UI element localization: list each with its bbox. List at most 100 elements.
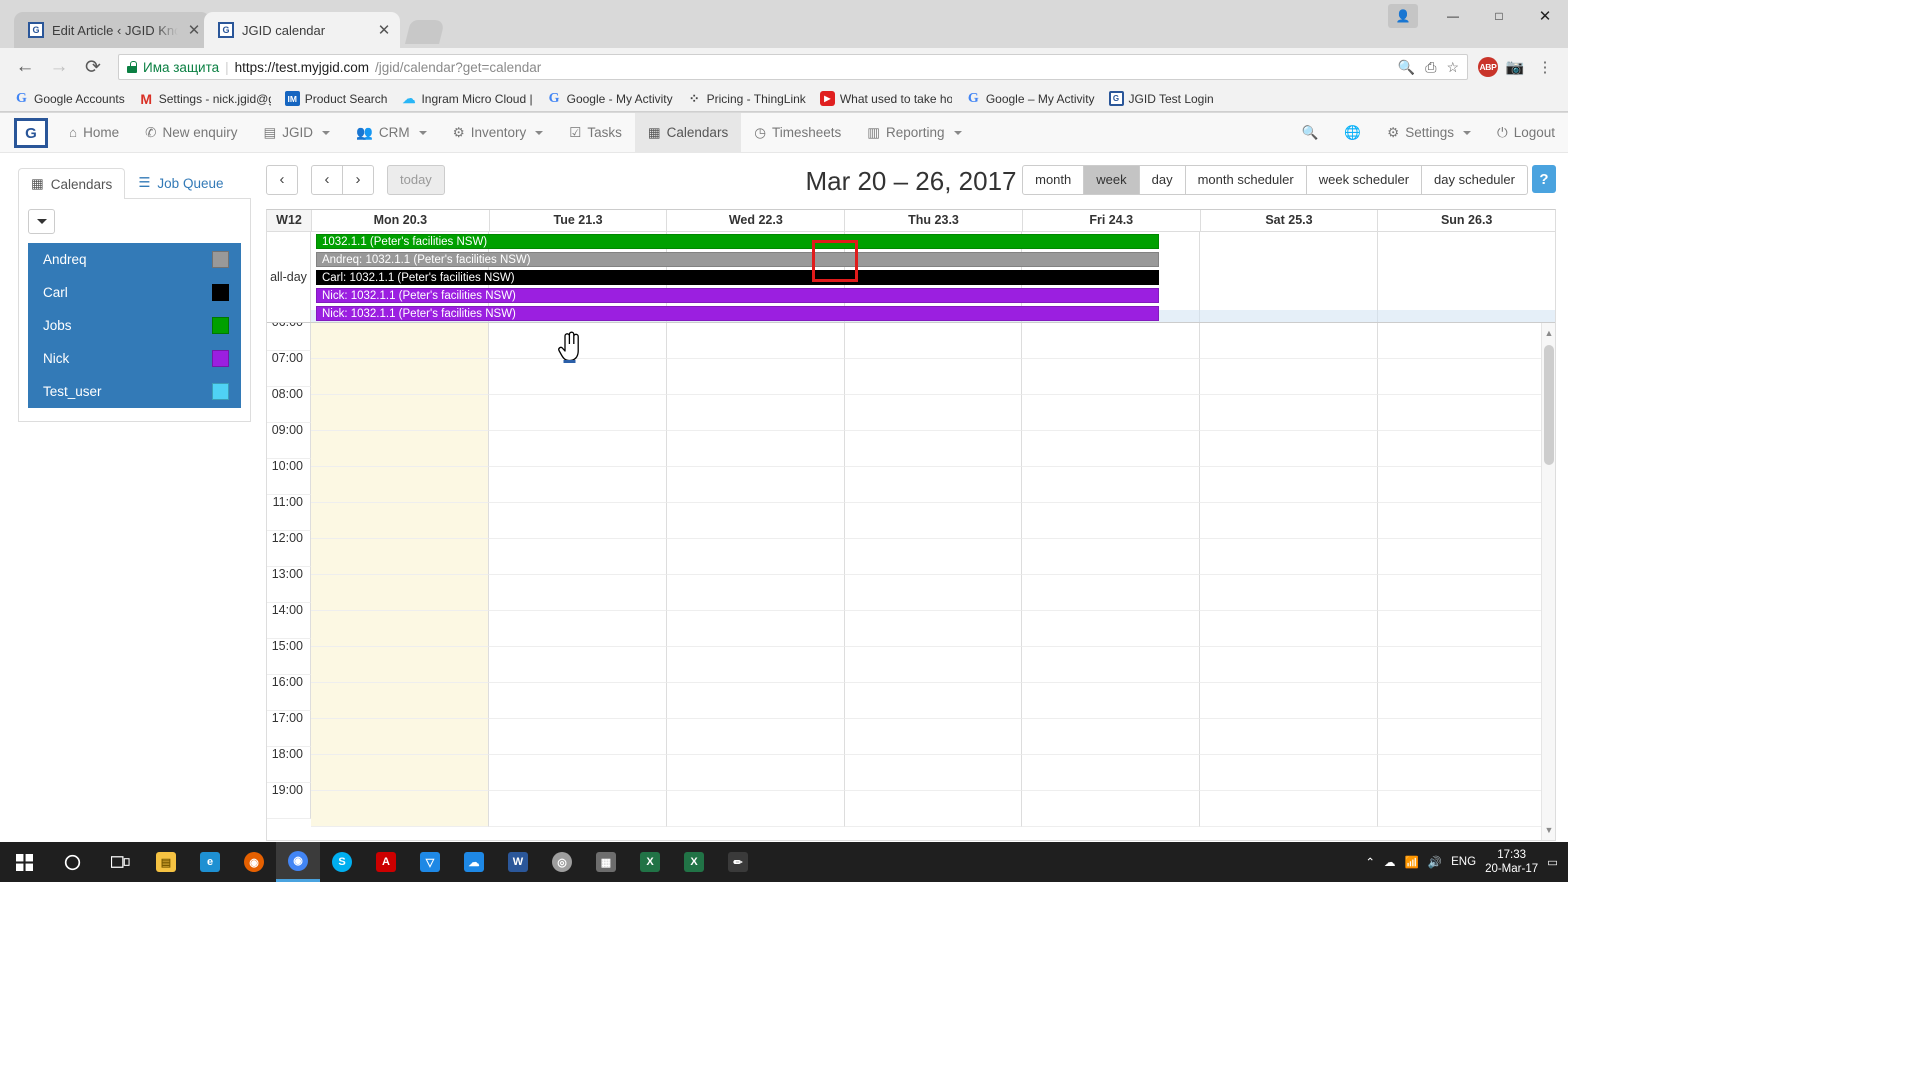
day-header-thu[interactable]: Thu 23.3: [844, 210, 1022, 232]
time-cell[interactable]: [1021, 539, 1199, 575]
nav-item-calendars[interactable]: ▦ Calendars: [635, 113, 741, 152]
action-center-icon[interactable]: ▭: [1547, 855, 1558, 869]
bookmark-ingram-micro-cloud[interactable]: ☁ Ingram Micro Cloud |: [395, 88, 538, 109]
time-cell[interactable]: [666, 683, 844, 719]
time-cell[interactable]: [488, 755, 666, 791]
color-swatch[interactable]: [212, 317, 229, 334]
close-icon[interactable]: ✕: [186, 23, 202, 38]
bookmark-youtube-video[interactable]: ▶ What used to take ho: [814, 88, 958, 109]
time-cell[interactable]: [844, 467, 1022, 503]
time-cell[interactable]: [1021, 575, 1199, 611]
list-item[interactable]: Jobs: [28, 309, 241, 342]
view-week-button[interactable]: week: [1083, 165, 1139, 195]
event-bar[interactable]: Andreq: 1032.1.1 (Peter's facilities NSW…: [316, 252, 1159, 267]
nav-item-logout[interactable]: ⏻ Logout: [1484, 113, 1568, 152]
day-header-tue[interactable]: Tue 21.3: [489, 210, 667, 232]
time-cell[interactable]: [666, 467, 844, 503]
time-cell[interactable]: [488, 791, 666, 827]
taskbar-onedrive[interactable]: ☁: [452, 842, 496, 882]
time-cell[interactable]: [311, 539, 488, 575]
onedrive-tray-icon[interactable]: ☁: [1384, 855, 1396, 869]
time-cell[interactable]: [1199, 575, 1377, 611]
time-cell[interactable]: [844, 611, 1022, 647]
profile-avatar[interactable]: 👤: [1388, 4, 1418, 28]
time-cell[interactable]: [844, 539, 1022, 575]
time-cell[interactable]: [488, 503, 666, 539]
time-cell[interactable]: [1199, 503, 1377, 539]
view-week-scheduler-button[interactable]: week scheduler: [1306, 165, 1422, 195]
taskbar-edge[interactable]: e: [188, 842, 232, 882]
time-cell[interactable]: [844, 791, 1022, 827]
maximize-button[interactable]: □: [1476, 0, 1522, 32]
time-cell[interactable]: [666, 323, 844, 359]
time-cell[interactable]: [1021, 323, 1199, 359]
time-cell[interactable]: [488, 611, 666, 647]
taskbar-firefox[interactable]: ◉: [232, 842, 276, 882]
time-cell[interactable]: [1021, 395, 1199, 431]
nav-item-inventory[interactable]: ⚙ Inventory: [440, 113, 557, 152]
time-cell[interactable]: [1377, 683, 1555, 719]
time-cell[interactable]: [1021, 755, 1199, 791]
time-cell[interactable]: [666, 539, 844, 575]
time-cell[interactable]: [1377, 539, 1555, 575]
sidebar-tab-calendars[interactable]: ▦ Calendars: [18, 168, 125, 199]
time-cell[interactable]: [1021, 431, 1199, 467]
close-icon[interactable]: ✕: [376, 23, 392, 38]
time-cell[interactable]: [844, 647, 1022, 683]
volume-icon[interactable]: 🔊: [1428, 855, 1442, 869]
time-cell[interactable]: [311, 611, 488, 647]
reload-button[interactable]: ⟳: [78, 52, 108, 82]
time-cell[interactable]: [1377, 503, 1555, 539]
time-cell[interactable]: [1199, 431, 1377, 467]
time-cell[interactable]: [666, 575, 844, 611]
list-item[interactable]: Test_user: [28, 375, 241, 408]
event-bar[interactable]: Nick: 1032.1.1 (Peter's facilities NSW): [316, 288, 1159, 303]
star-icon[interactable]: ☆: [1446, 59, 1459, 76]
time-cell[interactable]: [1021, 359, 1199, 395]
time-cell[interactable]: [666, 503, 844, 539]
bookmark-settings-gmail[interactable]: M Settings - nick.jgid@g: [133, 88, 277, 109]
time-cell[interactable]: [666, 395, 844, 431]
time-cell[interactable]: [1377, 755, 1555, 791]
time-cell[interactable]: [666, 611, 844, 647]
time-cell[interactable]: [844, 395, 1022, 431]
time-cell[interactable]: [1377, 611, 1555, 647]
time-cell[interactable]: [844, 431, 1022, 467]
taskbar-skype[interactable]: S: [320, 842, 364, 882]
time-cell[interactable]: [311, 467, 488, 503]
time-cell[interactable]: [844, 503, 1022, 539]
time-cell[interactable]: [488, 575, 666, 611]
time-cell[interactable]: [1021, 719, 1199, 755]
time-cell[interactable]: [1199, 467, 1377, 503]
time-cell[interactable]: [1021, 791, 1199, 827]
taskbar-browser[interactable]: ◎: [540, 842, 584, 882]
day-header-mon[interactable]: Mon 20.3: [311, 210, 489, 232]
close-button[interactable]: ✕: [1522, 0, 1568, 32]
nav-item-settings[interactable]: ⚙ Settings: [1374, 113, 1484, 152]
time-cell[interactable]: [311, 431, 488, 467]
network-icon[interactable]: 📶: [1404, 855, 1418, 869]
taskbar-paint[interactable]: ✏: [716, 842, 760, 882]
task-view-icon[interactable]: [96, 842, 144, 882]
cast-icon[interactable]: ⎙: [1425, 59, 1436, 76]
bookmark-google-my-activity-2[interactable]: G Google – My Activity: [960, 88, 1101, 109]
grid-scrollbar[interactable]: ▲ ▼: [1541, 323, 1555, 840]
time-cell[interactable]: [311, 683, 488, 719]
time-cell[interactable]: [488, 647, 666, 683]
nav-item-jgid[interactable]: ▤ JGID: [251, 113, 344, 152]
time-cell[interactable]: [1199, 611, 1377, 647]
time-cell[interactable]: [1377, 575, 1555, 611]
time-cell[interactable]: [1199, 719, 1377, 755]
time-cell[interactable]: [1021, 647, 1199, 683]
browser-tab-2[interactable]: G JGID calendar ✕: [204, 12, 400, 48]
taskbar-calculator[interactable]: ▦: [584, 842, 628, 882]
color-swatch[interactable]: [212, 251, 229, 268]
time-cell[interactable]: [1199, 791, 1377, 827]
time-cell[interactable]: [1377, 395, 1555, 431]
time-cell[interactable]: [311, 575, 488, 611]
address-bar[interactable]: Има защита | https://test.myjgid.com /jg…: [118, 54, 1468, 80]
color-swatch[interactable]: [212, 284, 229, 301]
taskbar-chrome[interactable]: ◉: [276, 842, 320, 882]
bookmark-pricing-thinglink[interactable]: ⁘ Pricing - ThingLink: [681, 88, 812, 109]
taskbar-file-explorer[interactable]: ▤: [144, 842, 188, 882]
